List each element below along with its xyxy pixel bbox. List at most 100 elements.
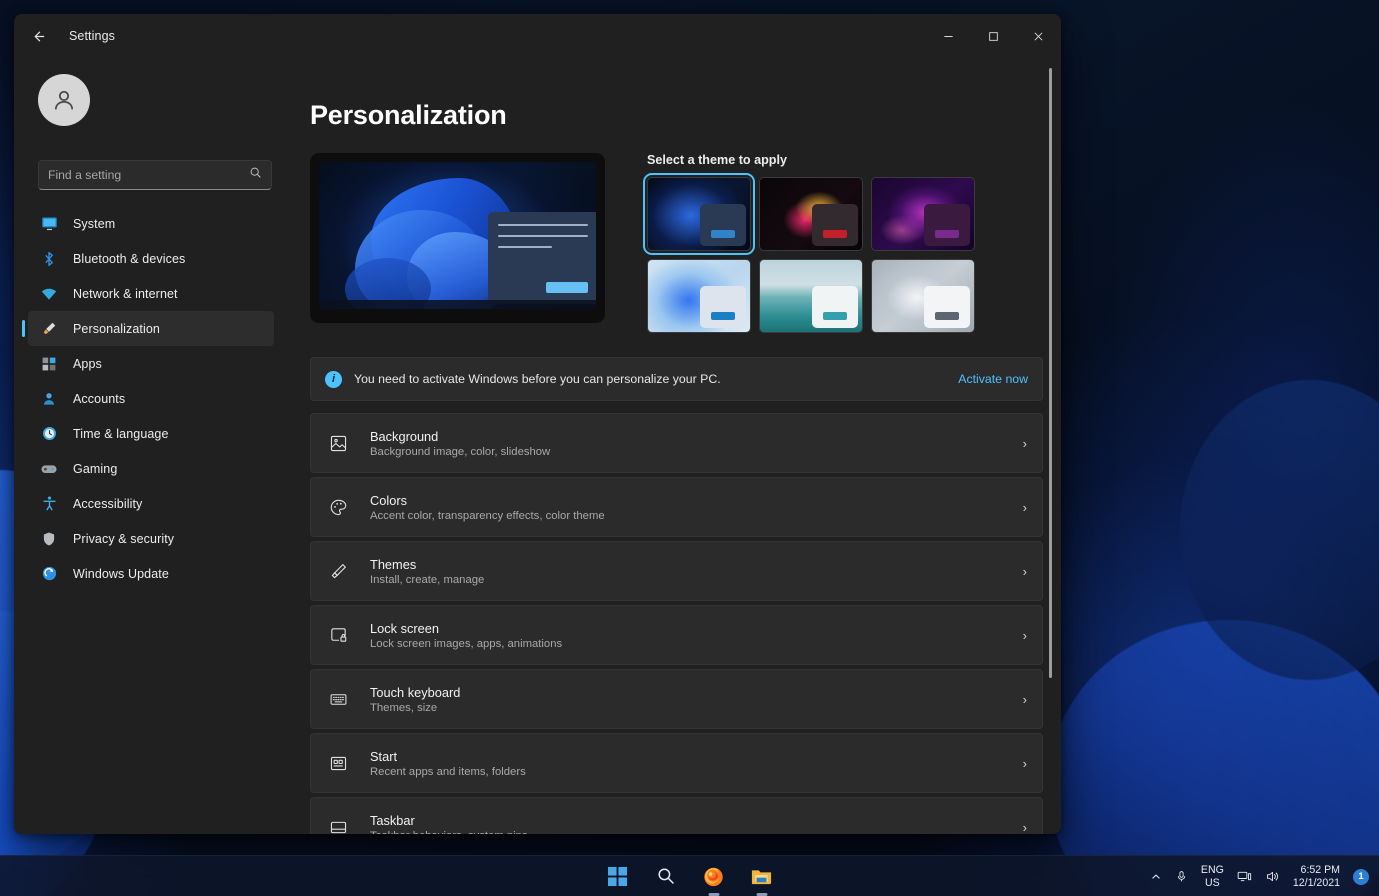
chevron-up-icon[interactable]: [1150, 871, 1162, 883]
minimize-button[interactable]: [926, 14, 971, 58]
sidebar-item-network-internet[interactable]: Network & internet: [28, 276, 274, 311]
sidebar-item-label: Personalization: [73, 321, 160, 336]
settings-row-title: Colors: [370, 492, 407, 508]
search-icon: [249, 166, 262, 184]
avatar[interactable]: [38, 74, 90, 126]
page-title: Personalization: [310, 100, 507, 130]
sidebar-item-gaming[interactable]: Gaming: [28, 451, 274, 486]
settings-row-text: Taskbar Taskbar behaviors, system pins: [370, 813, 1023, 835]
settings-row-text: Themes Install, create, manage: [370, 557, 1023, 586]
settings-row-colors[interactable]: Colors Accent color, transparency effect…: [310, 477, 1043, 537]
settings-row-start[interactable]: Start Recent apps and items, folders ›: [310, 733, 1043, 793]
sidebar-item-label: Accessibility: [73, 496, 143, 511]
settings-row-title: Themes: [370, 556, 417, 572]
theme-accent-bar: [935, 230, 959, 238]
sidebar-item-privacy-security[interactable]: Privacy & security: [28, 521, 274, 556]
activation-banner-text: You need to activate Windows before you …: [354, 372, 721, 386]
settings-row-taskbar[interactable]: Taskbar Taskbar behaviors, system pins ›: [310, 797, 1043, 834]
sidebar-item-bluetooth-devices[interactable]: Bluetooth & devices: [28, 241, 274, 276]
sidebar-item-label: Network & internet: [73, 286, 178, 301]
app-title: Settings: [69, 29, 115, 43]
maximize-button[interactable]: [971, 14, 1016, 58]
settings-window: Settings Find a setting System Bluetooth…: [14, 14, 1061, 834]
notification-badge[interactable]: 1: [1353, 868, 1369, 885]
theme-light-bloom[interactable]: [647, 259, 751, 333]
sidebar-item-personalization[interactable]: Personalization: [22, 311, 274, 346]
settings-row-text: Lock screen Lock screen images, apps, an…: [370, 621, 1023, 650]
palette-icon: [326, 495, 350, 519]
paintbrush-icon: [38, 318, 60, 340]
settings-row-touch-keyboard[interactable]: Touch keyboard Themes, size ›: [310, 669, 1043, 729]
taskbar: ENG US 6:52 PM 12/1/2021 1: [0, 855, 1379, 896]
settings-row-lock-screen[interactable]: Lock screen Lock screen images, apps, an…: [310, 605, 1043, 665]
theme-window-card: [700, 286, 746, 328]
settings-row-text: Touch keyboard Themes, size: [370, 685, 1023, 714]
settings-row-title: Background: [370, 428, 439, 444]
theme-dark-bloom[interactable]: [643, 173, 755, 255]
sidebar-item-time-language[interactable]: Time & language: [28, 416, 274, 451]
activation-banner: i You need to activate Windows before yo…: [310, 357, 1043, 401]
content-scrollbar[interactable]: [1046, 68, 1055, 788]
theme-window-card: [924, 204, 970, 246]
taskbar-icon: [326, 815, 350, 834]
language-bottom: US: [1205, 876, 1220, 889]
settings-row-subtitle: Themes, size: [370, 701, 438, 714]
theme-accent-bar: [823, 230, 847, 238]
settings-row-title: Touch keyboard: [370, 684, 461, 700]
chevron-right-icon: ›: [1022, 435, 1027, 451]
theme-light-gray-flow[interactable]: [871, 259, 975, 333]
hero-section: Select a theme to apply: [310, 153, 1061, 333]
settings-row-subtitle: Install, create, manage: [370, 573, 485, 586]
taskbar-apps: [604, 862, 776, 890]
theme-dark-purple-flow[interactable]: [871, 177, 975, 251]
close-button[interactable]: [1016, 14, 1061, 58]
language-indicator[interactable]: ENG US: [1201, 864, 1224, 889]
settings-row-subtitle: Taskbar behaviors, system pins: [370, 830, 1023, 835]
sidebar-item-label: Windows Update: [73, 566, 169, 581]
start-button[interactable]: [604, 862, 632, 890]
theme-accent-bar: [711, 230, 735, 238]
accessibility-icon: [38, 493, 60, 515]
sidebar-nav: System Bluetooth & devices Network & int…: [14, 206, 282, 591]
theme-dark-flower[interactable]: [759, 177, 863, 251]
wifi-icon: [38, 283, 60, 305]
preview-taskbar: [319, 300, 596, 309]
settings-row-themes[interactable]: Themes Install, create, manage ›: [310, 541, 1043, 601]
search-taskbar-button[interactable]: [652, 862, 680, 890]
settings-row-title: Taskbar: [370, 812, 415, 828]
search-input[interactable]: [48, 168, 249, 182]
network-icon[interactable]: [1237, 869, 1252, 884]
settings-row-title: Start: [370, 748, 398, 764]
microphone-icon[interactable]: [1175, 870, 1188, 883]
preview-dialog-window: [488, 212, 596, 304]
scrollbar-thumb[interactable]: [1049, 68, 1052, 678]
sidebar-item-label: Gaming: [73, 461, 118, 476]
settings-row-background[interactable]: Background Background image, color, slid…: [310, 413, 1043, 473]
clock[interactable]: 6:52 PM 12/1/2021: [1293, 864, 1340, 889]
theme-accent-bar: [711, 312, 735, 320]
preview-text-line: [498, 246, 552, 248]
sidebar-item-windows-update[interactable]: Windows Update: [28, 556, 274, 591]
back-button[interactable]: [22, 20, 54, 52]
sidebar-item-system[interactable]: System: [28, 206, 274, 241]
settings-row-text: Start Recent apps and items, folders: [370, 749, 1023, 778]
sidebar-item-label: Apps: [73, 356, 102, 371]
sidebar-item-label: System: [73, 216, 116, 231]
speaker-icon[interactable]: [1265, 869, 1280, 884]
firefox-button[interactable]: [700, 862, 728, 890]
sidebar-item-apps[interactable]: Apps: [28, 346, 274, 381]
settings-row-subtitle: Accent color, transparency effects, colo…: [370, 509, 605, 522]
window-body: System Bluetooth & devices Network & int…: [14, 58, 1061, 834]
theme-light-glacier[interactable]: [759, 259, 863, 333]
activate-now-link[interactable]: Activate now: [958, 372, 1028, 386]
preview-text-line: [498, 224, 588, 226]
window-controls: [926, 14, 1061, 58]
chevron-right-icon: ›: [1022, 819, 1027, 835]
file-explorer-button[interactable]: [748, 862, 776, 890]
theme-window-card: [812, 204, 858, 246]
sidebar-item-accounts[interactable]: Accounts: [28, 381, 274, 416]
title-bar: Settings: [14, 14, 1061, 58]
search-box[interactable]: [38, 160, 272, 190]
paintbrush-icon: [326, 559, 350, 583]
sidebar-item-accessibility[interactable]: Accessibility: [28, 486, 274, 521]
